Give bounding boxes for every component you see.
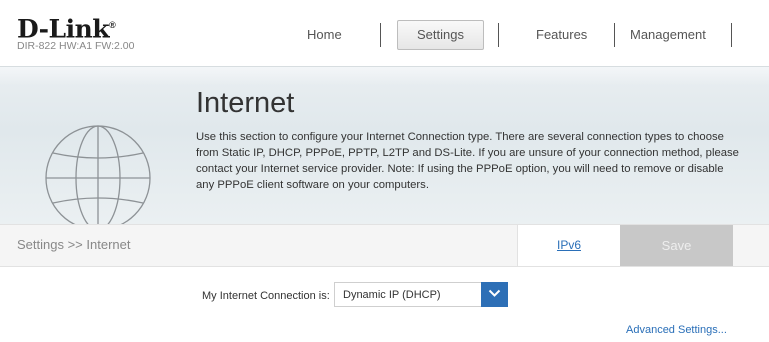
nav-divider xyxy=(380,23,381,47)
ipv6-cell: IPv6 xyxy=(517,225,620,266)
connection-label: My Internet Connection is: xyxy=(202,290,330,302)
nav-settings[interactable]: Settings xyxy=(397,20,484,50)
ipv6-link[interactable]: IPv6 xyxy=(518,238,620,252)
nav-management[interactable]: Management xyxy=(630,24,706,46)
globe-icon xyxy=(45,125,151,231)
page-banner: Internet Use this section to configure y… xyxy=(0,66,769,231)
page-title: Internet xyxy=(196,87,295,119)
chevron-down-icon xyxy=(488,289,501,297)
nav-divider xyxy=(498,23,499,47)
nav-features[interactable]: Features xyxy=(536,24,587,46)
top-header: D-Link® DIR-822 HW:A1 FW:2.00 Home Setti… xyxy=(0,0,769,66)
save-button[interactable]: Save xyxy=(620,225,733,266)
advanced-settings-link[interactable]: Advanced Settings... xyxy=(626,324,727,336)
connection-type-value: Dynamic IP (DHCP) xyxy=(343,289,441,301)
action-bar: Settings >> Internet IPv6 Save xyxy=(0,224,769,267)
main-nav: Home Settings Features Management xyxy=(0,20,769,50)
connection-type-select[interactable]: Dynamic IP (DHCP) xyxy=(334,282,508,307)
dropdown-toggle[interactable] xyxy=(481,282,508,307)
breadcrumb: Settings >> Internet xyxy=(17,237,131,252)
nav-home[interactable]: Home xyxy=(307,24,342,46)
nav-divider xyxy=(614,23,615,47)
nav-divider xyxy=(731,23,732,47)
page-description: Use this section to configure your Inter… xyxy=(196,131,739,191)
